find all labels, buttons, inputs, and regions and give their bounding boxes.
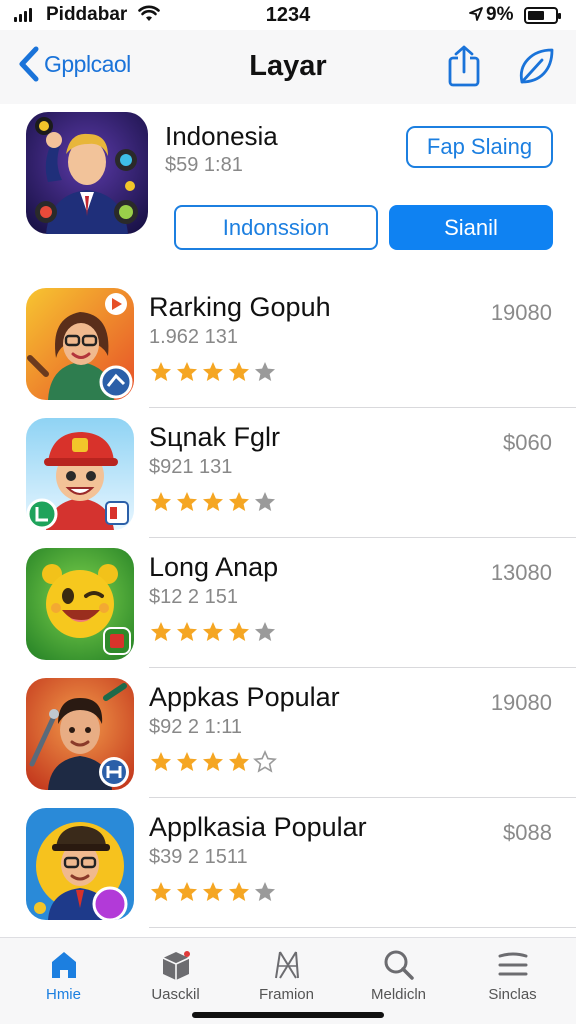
- star-filled-icon: [151, 752, 171, 771]
- tab-search[interactable]: Meldicln: [341, 948, 456, 1003]
- divider: [149, 927, 576, 928]
- star-empty-icon: [255, 622, 275, 641]
- star-filled-icon: [177, 622, 197, 641]
- star-rating: [149, 750, 277, 774]
- star-rating: [149, 360, 277, 384]
- star-filled-icon: [229, 882, 249, 901]
- star-rating: [149, 620, 277, 644]
- compose-icon[interactable]: [514, 44, 558, 88]
- list-item[interactable]: Long Anap $12 2 151 13080: [0, 538, 576, 668]
- star-filled-icon: [177, 752, 197, 771]
- star-filled-icon: [229, 752, 249, 771]
- featured-app-price: $59 1:81: [165, 154, 243, 176]
- search-icon: [384, 950, 414, 980]
- star-filled-icon: [203, 752, 223, 771]
- app-title: Rarking Gopuh: [149, 292, 331, 322]
- app-title: Long Anap: [149, 552, 279, 582]
- star-filled-icon: [203, 492, 223, 511]
- star-filled-icon: [229, 362, 249, 381]
- home-indicator: [192, 1012, 384, 1018]
- app-subtitle: $92 2 1:11: [149, 716, 243, 738]
- star-filled-icon: [203, 362, 223, 381]
- menu-icon: [498, 952, 527, 976]
- list-item[interactable]: Appkas Popular $92 2 1:11 19080: [0, 668, 576, 798]
- tab-label: Uasckil: [151, 986, 200, 1003]
- featured-get-button[interactable]: Fap Slaing: [406, 126, 553, 168]
- star-filled-icon: [229, 492, 249, 511]
- battery-icon: [524, 7, 561, 24]
- star-filled-icon: [151, 882, 171, 901]
- star-filled-icon: [203, 622, 223, 641]
- page-title: Layar: [249, 50, 327, 82]
- tab-home[interactable]: Hmie: [6, 948, 121, 1003]
- home-icon: [51, 952, 76, 978]
- battery-level: [528, 11, 544, 20]
- location-arrow-icon: [469, 7, 483, 21]
- frame-icon: [274, 951, 299, 979]
- featured-app-icon[interactable]: [26, 112, 148, 234]
- tab-label: Framion: [258, 986, 314, 1003]
- app-title: Appkas Popular: [149, 682, 340, 712]
- app-icon: [26, 548, 134, 660]
- list-item[interactable]: Sцnak Fglr $921 131 $060: [0, 408, 576, 538]
- status-bar: Piddabar 1234 9%: [0, 0, 576, 30]
- tab-more[interactable]: Sinclas: [455, 948, 570, 1003]
- app-subtitle: $921 131: [149, 456, 233, 478]
- star-filled-icon: [151, 362, 171, 381]
- star-empty-icon: [255, 492, 275, 511]
- box-icon: [162, 951, 190, 980]
- star-filled-icon: [177, 882, 197, 901]
- app-price: 19080: [490, 300, 552, 325]
- tab-frame[interactable]: Framion: [229, 948, 344, 1003]
- app-title: Sцnak Fglr: [149, 422, 281, 452]
- star-filled-icon: [203, 882, 223, 901]
- star-empty-icon: [255, 362, 275, 381]
- tab-label: Meldicln: [370, 986, 427, 1003]
- star-empty-icon: [253, 750, 277, 773]
- star-filled-icon: [177, 362, 197, 381]
- app-subtitle: 1.962 131: [149, 326, 238, 348]
- app-subtitle: $12 2 151: [149, 586, 238, 608]
- share-icon[interactable]: [444, 44, 484, 88]
- star-filled-icon: [177, 492, 197, 511]
- tab-label: Hmie: [45, 986, 81, 1003]
- app-price: 13080: [490, 560, 552, 585]
- tab-label: Sinclas: [488, 986, 537, 1003]
- star-filled-icon: [229, 622, 249, 641]
- star-rating: [149, 490, 277, 514]
- featured-app-title: Indonesia: [165, 121, 278, 151]
- segment-left-button[interactable]: Indonssion: [174, 205, 378, 250]
- star-filled-icon: [151, 492, 171, 511]
- segment-right-button[interactable]: Sianil: [389, 205, 553, 250]
- navigation-bar: Gpplcaol Layar: [0, 30, 576, 104]
- star-filled-icon: [151, 622, 171, 641]
- app-price: 19080: [490, 690, 552, 715]
- app-subtitle: $39 2 1511: [149, 846, 248, 868]
- star-rating: [149, 880, 277, 904]
- app-price: $060: [503, 430, 552, 455]
- tab-updates[interactable]: Uasckil: [118, 948, 233, 1003]
- battery-percent: 9%: [486, 4, 514, 25]
- app-icon: [26, 418, 134, 530]
- app-icon: [26, 678, 134, 790]
- list-item[interactable]: Rarking Gopuh 1.962 131 19080: [0, 278, 576, 408]
- app-price: $088: [503, 820, 552, 845]
- app-icon: [26, 808, 134, 920]
- list-item[interactable]: Applkasia Popular $39 2 1511 $088: [0, 798, 576, 928]
- featured-app: Indonesia $59 1:81 Fap Slaing Indonssion…: [0, 104, 576, 274]
- tab-bar: Hmie Uasckil Framion Meldicln Sinclas: [0, 937, 576, 1024]
- app-icon: [26, 288, 134, 400]
- app-title: Applkasia Popular: [149, 812, 367, 842]
- star-empty-icon: [255, 882, 275, 901]
